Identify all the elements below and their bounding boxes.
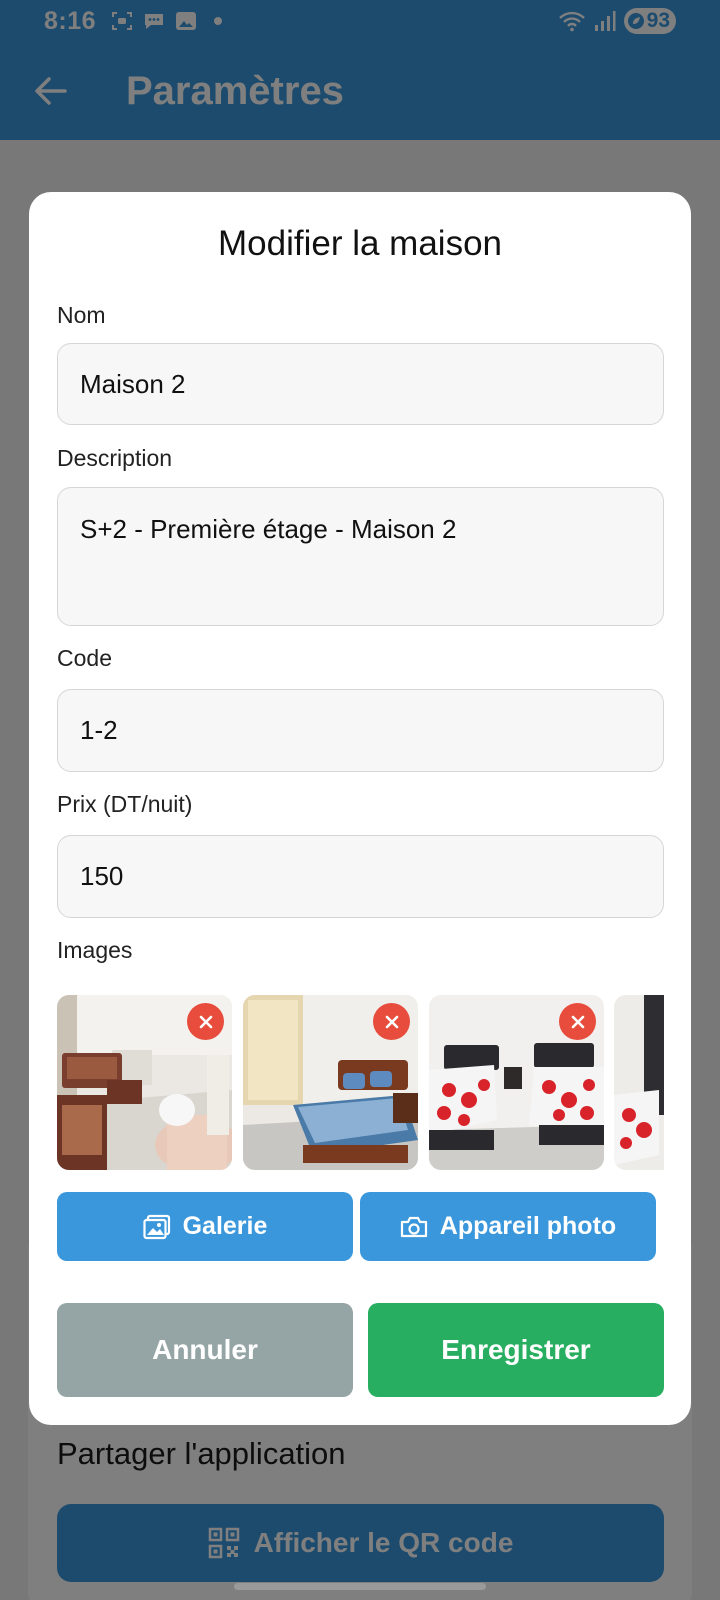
edit-house-dialog: Modifier la maison Nom Maison 2 Descript… bbox=[29, 192, 691, 1425]
description-label: Description bbox=[57, 445, 173, 471]
camera-icon bbox=[400, 1216, 427, 1237]
camera-button-label: Appareil photo bbox=[439, 1212, 617, 1240]
gallery-button-label: Galerie bbox=[182, 1212, 268, 1240]
image-thumbnail[interactable] bbox=[57, 995, 232, 1170]
bedroom-partial-image bbox=[614, 995, 664, 1170]
remove-image-button[interactable] bbox=[373, 1003, 410, 1040]
images-carousel[interactable] bbox=[57, 995, 664, 1171]
images-label: Images bbox=[57, 937, 133, 963]
image-thumbnail[interactable] bbox=[614, 995, 664, 1170]
image-thumbnail[interactable] bbox=[429, 995, 604, 1170]
home-indicator[interactable] bbox=[234, 1583, 486, 1590]
gallery-icon bbox=[143, 1214, 170, 1239]
gallery-button[interactable]: Galerie bbox=[57, 1192, 353, 1261]
price-label: Prix (DT/nuit) bbox=[57, 791, 193, 817]
remove-image-button[interactable] bbox=[187, 1003, 224, 1040]
name-label: Nom bbox=[57, 302, 106, 328]
price-field[interactable]: 150 bbox=[57, 835, 664, 918]
description-value: S+2 - Première étage - Maison 2 bbox=[80, 514, 457, 544]
save-button-label: Enregistrer bbox=[441, 1334, 591, 1365]
description-field[interactable]: S+2 - Première étage - Maison 2 bbox=[57, 487, 664, 626]
close-icon bbox=[385, 1015, 398, 1028]
code-label: Code bbox=[57, 645, 112, 671]
save-button[interactable]: Enregistrer bbox=[368, 1303, 664, 1397]
name-field[interactable]: Maison 2 bbox=[57, 343, 664, 425]
close-icon bbox=[199, 1015, 212, 1028]
image-thumbnail[interactable] bbox=[243, 995, 418, 1170]
price-value: 150 bbox=[80, 861, 124, 891]
camera-button[interactable]: Appareil photo bbox=[360, 1192, 656, 1261]
remove-image-button[interactable] bbox=[559, 1003, 596, 1040]
cancel-button[interactable]: Annuler bbox=[57, 1303, 353, 1397]
dialog-title: Modifier la maison bbox=[218, 224, 502, 263]
name-value: Maison 2 bbox=[80, 368, 186, 399]
close-icon bbox=[571, 1015, 584, 1028]
code-value: 1-2 bbox=[80, 715, 118, 745]
code-field[interactable]: 1-2 bbox=[57, 689, 664, 772]
cancel-button-label: Annuler bbox=[152, 1334, 258, 1365]
